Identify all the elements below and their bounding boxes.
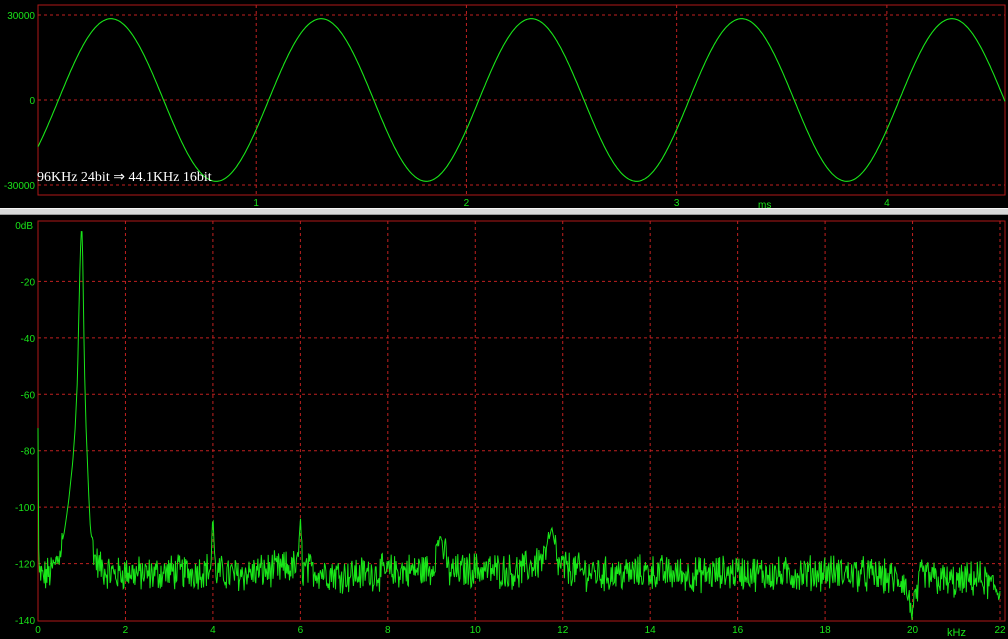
panel-divider (0, 208, 1008, 215)
spectrum-x-tick-label: 20 (907, 625, 919, 636)
spectrum-x-tick-label: 2 (123, 625, 129, 636)
spectrum-y-tick-label: -20 (21, 277, 36, 288)
spectrum-y-tick-label: -120 (15, 560, 35, 571)
spectrum-x-unit: kHz (947, 627, 966, 639)
spectrum-y-tick-label: -40 (21, 334, 36, 345)
spectrum-x-tick-label: 4 (210, 625, 216, 636)
spectrum-x-tick-label: 22 (994, 625, 1006, 636)
spectrum-y-tick-label: -100 (15, 503, 35, 514)
spectrum-x-tick-label: 16 (732, 625, 744, 636)
waveform-y-tick-label: 0 (29, 96, 35, 107)
spectrum-y-tick-label: -80 (21, 447, 36, 458)
waveform-y-tick-label: 30000 (7, 11, 35, 22)
spectrum-y-ticks: 0dB -20 -40 -60 -80 -100 -120 -140 (15, 221, 35, 627)
waveform-y-ticks: 30000 0 -30000 (4, 11, 36, 192)
spectrum-x-tick-label: 12 (557, 625, 569, 636)
spectrum-x-tick-label: 14 (645, 625, 657, 636)
spectrum-x-ticks: 0 2 4 6 8 10 12 14 16 18 20 22 (35, 625, 1006, 636)
spectrum-y-tick-label: -140 (15, 616, 35, 627)
spectrum-series-line (37, 231, 1001, 621)
spectrum-x-tick-label: 8 (385, 625, 391, 636)
spectrum-chart: 0dB -20 -40 -60 -80 -100 -120 -140 0 2 4 6 8 10 12 14 1… (15, 220, 1006, 639)
waveform-title: 96KHz 24bit ⇒ 44.1KHz 16bit (37, 170, 212, 185)
spectrum-x-tick-label: 6 (298, 625, 304, 636)
waveform-y-tick-label: -30000 (4, 181, 36, 192)
spectrum-x-tick-label: 10 (470, 625, 482, 636)
waveform-chart: 300000-30000 1234 96KHz 24bit ⇒ 44.1KHz … (4, 4, 1006, 211)
spectrum-x-tick-label: 0 (35, 625, 41, 636)
spectrum-y-tick-label: 0dB (15, 221, 33, 232)
waveform-grid (38, 5, 1005, 195)
spectrum-y-tick-label: -60 (21, 390, 36, 401)
chart-area: 300000-30000 1234 96KHz 24bit ⇒ 44.1KHz … (4, 4, 1006, 639)
spectrum-x-tick-label: 18 (820, 625, 832, 636)
